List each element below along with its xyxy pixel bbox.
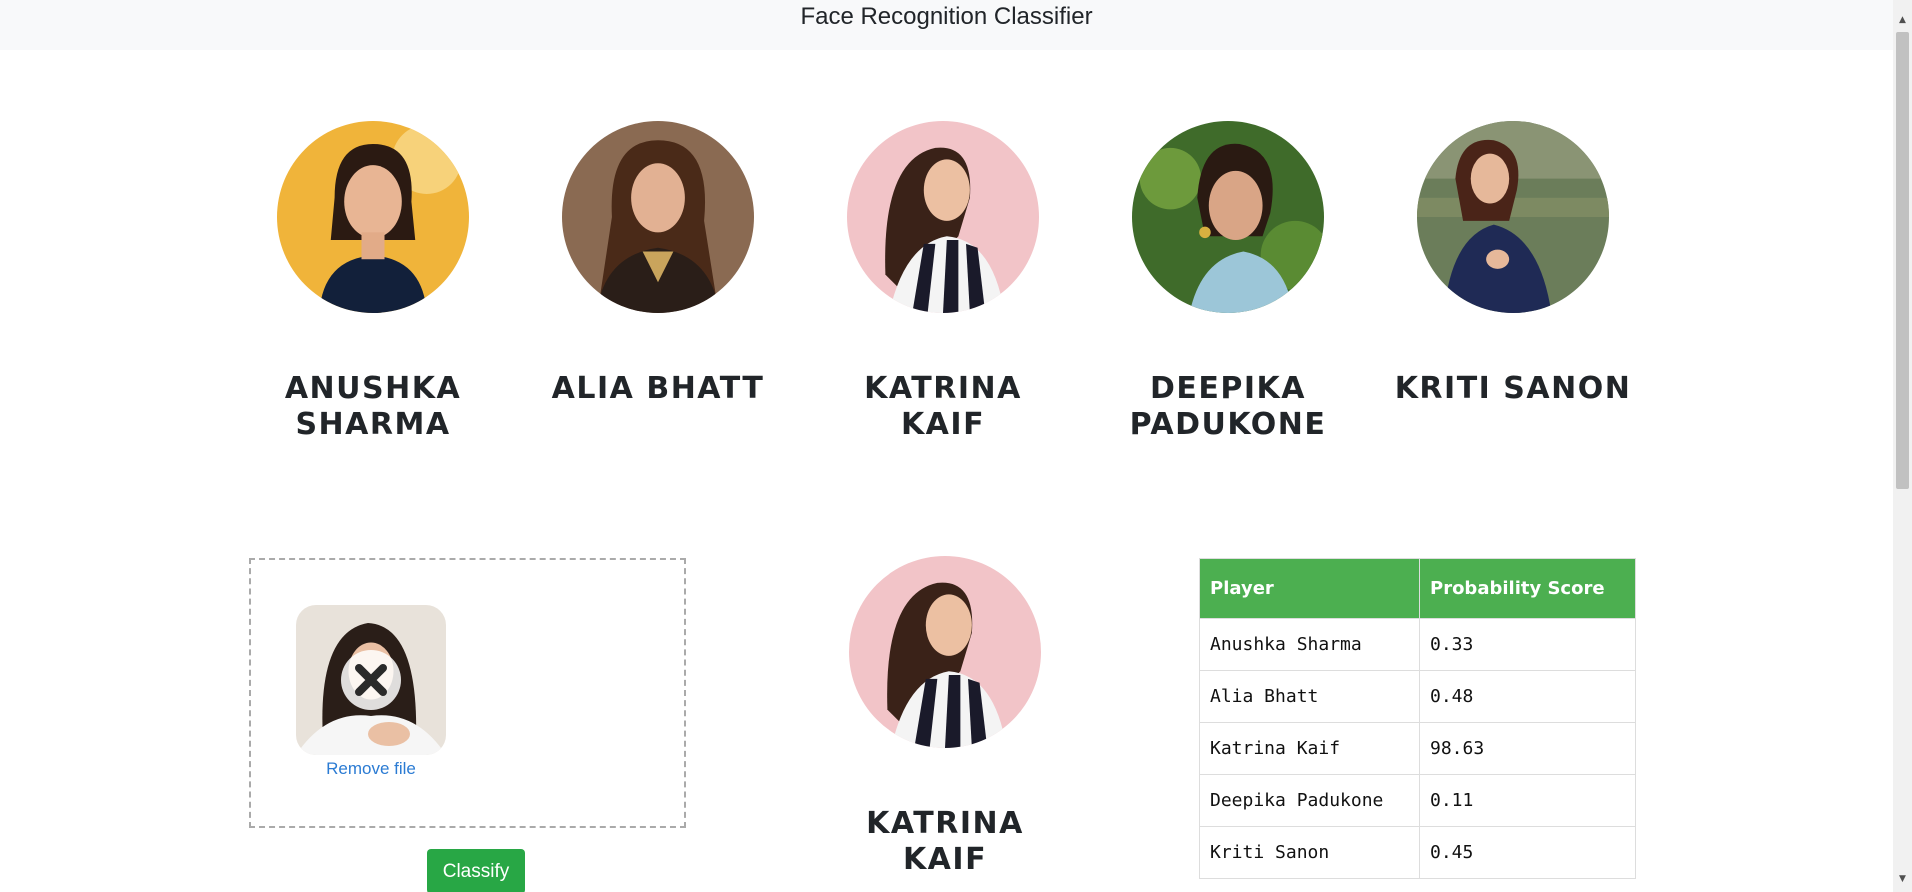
classify-button[interactable]: Classify: [427, 849, 525, 892]
result-photo: [849, 556, 1041, 748]
player-cell: Kriti Sanon: [1199, 826, 1420, 879]
score-cell: 0.45: [1419, 826, 1636, 879]
column-header-player: Player: [1199, 558, 1420, 619]
table-row: Kriti Sanon 0.45: [1199, 826, 1636, 879]
player-cell: Anushka Sharma: [1199, 618, 1420, 671]
remove-file-icon[interactable]: [341, 650, 401, 710]
kriti-sanon-photo: [1417, 121, 1609, 313]
katrina-kaif-photo: [847, 121, 1039, 313]
celebrity-name: DEEPIKA PADUKONE: [1129, 371, 1327, 442]
celebrity-card-alia: ALIA BHATT: [538, 121, 778, 407]
column-header-probability: Probability Score: [1419, 558, 1636, 619]
table-header-row: Player Probability Score: [1199, 558, 1636, 619]
alia-bhatt-photo: [562, 121, 754, 313]
celebrity-name: KRITI SANON: [1394, 371, 1632, 406]
celebrity-name: KATRINA KAIF: [864, 371, 1022, 442]
file-dropzone[interactable]: Remove file: [249, 558, 686, 828]
probability-table: Player Probability Score Anushka Sharma …: [1199, 558, 1636, 879]
deepika-padukone-photo: [1132, 121, 1324, 313]
celebrity-card-deepika: DEEPIKA PADUKONE: [1108, 121, 1348, 443]
scroll-down-arrow-icon[interactable]: ▼: [1893, 871, 1912, 888]
table-row: Alia Bhatt 0.48: [1199, 670, 1636, 723]
scrollbar-thumb[interactable]: [1896, 32, 1909, 489]
celebrity-card-katrina: KATRINA KAIF: [823, 121, 1063, 443]
player-cell: Alia Bhatt: [1199, 670, 1420, 723]
score-cell: 98.63: [1419, 722, 1636, 775]
anushka-sharma-photo: [277, 121, 469, 313]
celebrity-name: ALIA BHATT: [551, 371, 765, 406]
uploaded-file-preview: Remove file: [296, 605, 446, 779]
celebrity-name: ANUSHKA SHARMA: [284, 371, 462, 442]
score-cell: 0.11: [1419, 774, 1636, 827]
scrollbar[interactable]: ▲ ▼: [1893, 0, 1912, 892]
score-cell: 0.33: [1419, 618, 1636, 671]
remove-file-link[interactable]: Remove file: [296, 759, 446, 779]
scroll-up-arrow-icon[interactable]: ▲: [1893, 12, 1912, 29]
table-row: Anushka Sharma 0.33: [1199, 618, 1636, 671]
player-cell: Katrina Kaif: [1199, 722, 1420, 775]
celebrity-card-kriti: KRITI SANON: [1393, 121, 1633, 407]
table-row: Deepika Padukone 0.11: [1199, 774, 1636, 827]
navbar: Face Recognition Classifier: [0, 0, 1893, 50]
uploaded-image-thumbnail: [296, 605, 446, 755]
player-cell: Deepika Padukone: [1199, 774, 1420, 827]
table-row: Katrina Kaif 98.63: [1199, 722, 1636, 775]
page-title: Face Recognition Classifier: [800, 3, 1093, 30]
celebrity-card-anushka: ANUSHKA SHARMA: [253, 121, 493, 443]
classification-result: KATRINA KAIF: [820, 556, 1070, 878]
score-cell: 0.48: [1419, 670, 1636, 723]
result-name: KATRINA KAIF: [866, 806, 1024, 877]
